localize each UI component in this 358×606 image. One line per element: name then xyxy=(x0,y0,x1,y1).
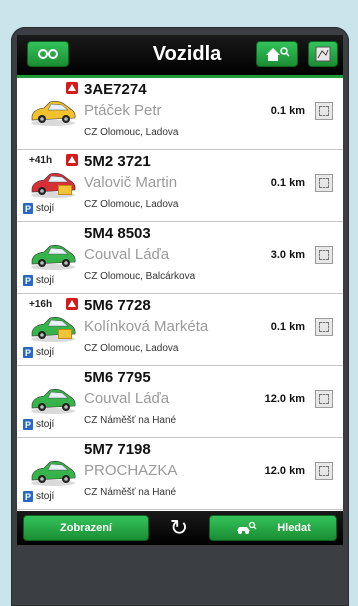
device-frame: Vozidla 3AE7274 Ptáček Petr CZ Olomouc, La… xyxy=(11,27,349,606)
map-icon[interactable] xyxy=(315,462,333,480)
search-button[interactable]: Hledat xyxy=(209,515,337,541)
bottom-bar: Zobrazení ↻ Hledat xyxy=(17,511,343,545)
car-icon xyxy=(31,101,76,126)
vehicle-row[interactable]: +41h 5M2 3721 Valovič Martin CZ Olomouc, La… xyxy=(17,150,343,222)
vehicle-plate: 5M4 8503 xyxy=(84,225,151,242)
message-icon xyxy=(58,329,72,339)
parking-status: P stojí xyxy=(23,419,54,430)
vehicle-plate: 3AE7274 xyxy=(84,81,147,98)
vehicle-location: CZ Náměšť na Hané xyxy=(84,415,177,426)
vehicle-location: CZ Olomouc, Ladova xyxy=(84,343,179,354)
app-header: Vozidla xyxy=(17,35,343,78)
parking-status: P stojí xyxy=(23,203,54,214)
parking-icon: P xyxy=(23,419,33,430)
app-screen: Vozidla 3AE7274 Ptáček Petr CZ Olomouc, La… xyxy=(17,35,343,545)
parking-icon: P xyxy=(23,347,33,358)
status-text: stojí xyxy=(36,203,55,214)
map-icon[interactable] xyxy=(315,318,333,336)
warning-icon xyxy=(66,82,78,94)
filter-icon xyxy=(38,49,58,59)
parking-icon: P xyxy=(23,203,33,214)
status-text: stojí xyxy=(36,347,55,358)
parking-status: P stojí xyxy=(23,347,54,358)
map-icon xyxy=(315,46,331,62)
refresh-icon[interactable]: ↻ xyxy=(166,516,192,540)
car-icon xyxy=(31,389,76,414)
vehicle-distance: 12.0 km xyxy=(264,393,305,405)
vehicle-distance: 3.0 km xyxy=(270,249,305,261)
page-title: Vozidla xyxy=(152,43,222,65)
vehicle-row[interactable]: 5M7 7198 PROCHAZKA CZ Náměšť na Hané 12.0 k… xyxy=(17,438,343,510)
time-offset: +41h xyxy=(29,155,53,166)
driver-name: Couval Láďa xyxy=(84,246,170,263)
vehicle-distance: 0.1 km xyxy=(270,177,305,189)
car-icon xyxy=(31,245,76,270)
status-text: stojí xyxy=(36,275,55,286)
vehicle-row[interactable]: 5M6 7795 Couval Láďa CZ Náměšť na Hané 12.0… xyxy=(17,366,343,438)
vehicle-plate: 5M6 7728 xyxy=(84,297,151,314)
driver-name: PROCHAZKA xyxy=(84,462,178,479)
map-button[interactable] xyxy=(308,41,338,67)
driver-name: Kolínková Markéta xyxy=(84,318,209,335)
vehicle-plate: 5M6 7795 xyxy=(84,369,151,386)
parking-status: P stojí xyxy=(23,491,54,502)
map-icon[interactable] xyxy=(315,246,333,264)
driver-name: Couval Láďa xyxy=(84,390,170,407)
parking-icon: P xyxy=(23,491,33,502)
vehicle-plate: 5M7 7198 xyxy=(84,441,151,458)
map-icon[interactable] xyxy=(315,390,333,408)
vehicle-row[interactable]: 3AE7274 Ptáček Petr CZ Olomouc, Ladova 0.1 … xyxy=(17,78,343,150)
car-search-icon xyxy=(237,521,257,534)
time-offset: +16h xyxy=(29,299,53,310)
vehicle-distance: 0.1 km xyxy=(270,321,305,333)
vehicle-location: CZ Olomouc, Balcárkova xyxy=(84,271,196,282)
vehicle-plate: 5M2 3721 xyxy=(84,153,151,170)
parking-status: P stojí xyxy=(23,275,54,286)
vehicle-location: CZ Olomouc, Ladova xyxy=(84,127,179,138)
vehicle-location: CZ Olomouc, Ladova xyxy=(84,199,179,210)
vehicle-list: 3AE7274 Ptáček Petr CZ Olomouc, Ladova 0.1 … xyxy=(17,78,343,511)
home-search-icon xyxy=(266,47,290,61)
driver-name: Ptáček Petr xyxy=(84,102,162,119)
map-icon[interactable] xyxy=(315,102,333,120)
warning-icon xyxy=(66,298,78,310)
vehicle-distance: 0.1 km xyxy=(270,105,305,117)
map-icon[interactable] xyxy=(315,174,333,192)
view-button[interactable]: Zobrazení xyxy=(23,515,149,541)
vehicle-distance: 12.0 km xyxy=(264,465,305,477)
search-button-label: Hledat xyxy=(277,522,311,534)
car-icon xyxy=(31,461,76,486)
status-text: stojí xyxy=(36,419,55,430)
parking-icon: P xyxy=(23,275,33,286)
driver-name: Valovič Martin xyxy=(84,174,178,191)
vehicle-row[interactable]: +16h 5M6 7728 Kolínková Markéta CZ Olomouc,… xyxy=(17,294,343,366)
home-search-button[interactable] xyxy=(256,41,298,67)
vehicle-location: CZ Náměšť na Hané xyxy=(84,487,177,498)
filter-button[interactable] xyxy=(27,41,69,67)
warning-icon xyxy=(66,154,78,166)
vehicle-row[interactable]: 5M4 8503 Couval Láďa CZ Olomouc, Balcárkov… xyxy=(17,222,343,294)
message-icon xyxy=(58,185,72,195)
status-text: stojí xyxy=(36,491,55,502)
